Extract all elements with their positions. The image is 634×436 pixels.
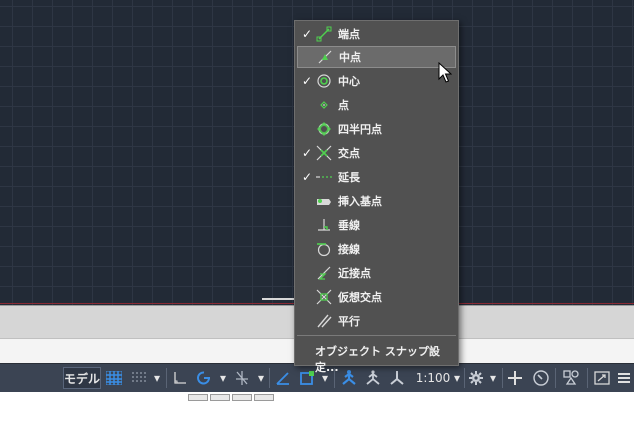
layout-tabs-strip [0, 392, 634, 400]
menu-item-perpendicular[interactable]: 垂線 [297, 214, 456, 236]
intersection-icon [315, 144, 333, 162]
layout-tab[interactable] [232, 394, 252, 401]
parallel-icon [315, 312, 333, 330]
ortho-mode-icon[interactable] [170, 367, 190, 389]
object-snap-tracking-icon[interactable] [272, 367, 294, 389]
quadrant-icon [315, 120, 333, 138]
menu-item-label: 接線 [338, 243, 360, 256]
menu-item-parallel[interactable]: 平行 [297, 310, 456, 332]
menu-item-intersection[interactable]: ✓ 交点 [297, 142, 456, 164]
menu-item-tangent[interactable]: 接線 [297, 238, 456, 260]
menu-item-midpoint[interactable]: 中点 [297, 46, 456, 68]
menu-item-quadrant[interactable]: 四半円点 [297, 118, 456, 140]
status-divider [555, 368, 556, 388]
status-divider [269, 368, 270, 388]
menu-item-label: 端点 [338, 28, 360, 41]
fullscreen-icon[interactable] [592, 367, 612, 389]
polar-dropdown-icon[interactable]: ▾ [217, 367, 229, 389]
menu-item-label: 挿入基点 [338, 195, 382, 208]
layout-tab-buttons[interactable] [188, 394, 274, 401]
snap-dropdown-icon[interactable]: ▾ [151, 367, 163, 389]
model-space-button[interactable]: モデル [63, 367, 101, 389]
menu-item-label: 近接点 [338, 267, 371, 280]
insertion-icon [315, 192, 333, 210]
isolate-objects-icon[interactable] [530, 367, 552, 389]
isometric-drafting-icon[interactable] [231, 367, 253, 389]
center-icon [315, 72, 333, 90]
check-icon: ✓ [301, 74, 313, 88]
menu-item-center[interactable]: ✓ 中心 [297, 70, 456, 92]
menu-item-label: 垂線 [338, 219, 360, 232]
nearest-icon [315, 264, 333, 282]
menu-item-label: 中心 [338, 75, 360, 88]
menu-item-label: 延長 [338, 171, 360, 184]
menu-item-node[interactable]: 点 [297, 94, 456, 116]
perpendicular-icon [315, 216, 333, 234]
workspace-dropdown-icon[interactable]: ▾ [487, 367, 499, 389]
node-icon [315, 96, 333, 114]
snap-mode-icon[interactable] [128, 367, 150, 389]
menu-item-endpoint[interactable]: ✓ 端点 [297, 23, 456, 45]
menu-item-label: 交点 [338, 147, 360, 160]
menu-item-label: 中点 [339, 51, 361, 64]
menu-divider [297, 335, 456, 336]
mouse-cursor-icon [438, 62, 452, 83]
tangent-icon [315, 240, 333, 258]
ucs-axis-line [262, 298, 294, 300]
status-divider [502, 368, 503, 388]
check-icon: ✓ [301, 27, 313, 41]
extension-icon [315, 168, 333, 186]
layout-tab[interactable] [210, 394, 230, 401]
status-divider [587, 368, 588, 388]
menu-item-insertion[interactable]: 挿入基点 [297, 190, 456, 212]
menu-item-label: 四半円点 [338, 123, 382, 136]
menu-item-extension[interactable]: ✓ 延長 [297, 166, 456, 188]
status-divider [464, 368, 465, 388]
menu-item-apparent-intersection[interactable]: 仮想交点 [297, 286, 456, 308]
apparent-intersection-icon [315, 288, 333, 306]
menu-item-label: 仮想交点 [338, 291, 382, 304]
object-snap-settings-item[interactable]: オブジェクト スナップ設定... [315, 343, 458, 375]
gear-icon[interactable] [467, 367, 485, 389]
endpoint-icon [315, 25, 333, 43]
object-snap-menu: ✓ 端点 中点 ✓ 中心 点 四半円点 ✓ 交点 ✓ 延長 挿入基点 垂線 接線… [294, 20, 459, 374]
isometric-dropdown-icon[interactable]: ▾ [255, 367, 267, 389]
polar-tracking-icon[interactable] [193, 367, 215, 389]
layout-tab[interactable] [188, 394, 208, 401]
grid-display-icon[interactable] [103, 367, 125, 389]
layout-tab[interactable] [254, 394, 274, 401]
status-divider [166, 368, 167, 388]
check-icon: ✓ [301, 146, 313, 160]
check-icon: ✓ [301, 170, 313, 184]
plus-icon[interactable] [505, 367, 525, 389]
menu-item-label: 平行 [338, 315, 360, 328]
midpoint-icon [316, 48, 334, 66]
menu-item-label: 点 [338, 99, 349, 112]
menu-item-nearest[interactable]: 近接点 [297, 262, 456, 284]
hardware-acceleration-icon[interactable] [560, 367, 582, 389]
customize-menu-icon[interactable] [616, 367, 632, 389]
